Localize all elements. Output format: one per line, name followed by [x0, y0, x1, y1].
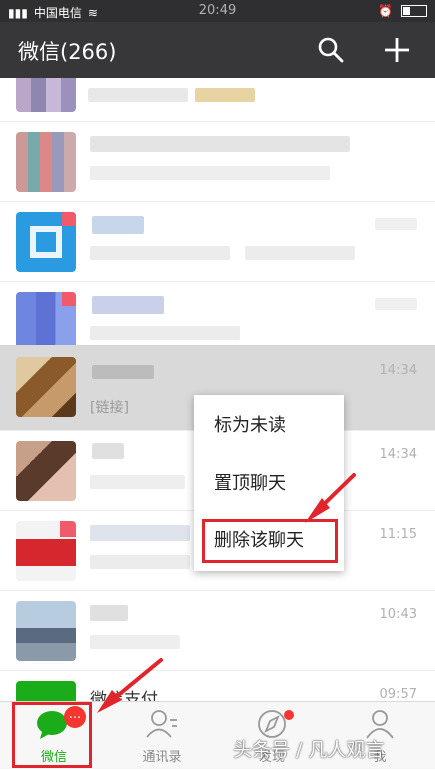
wechat-pay-icon [16, 681, 76, 701]
menu-item-delete-chat[interactable]: 删除该聊天 [202, 519, 338, 563]
status-bar: ▮▮▮ 中国电信 ≋ 20:49 ⏰ [0, 0, 435, 22]
chat-time: 14:34 [379, 447, 417, 462]
blurred-time [375, 218, 417, 230]
chat-row[interactable] [0, 202, 435, 282]
context-menu: 标为未读 置顶聊天 删除该聊天 [194, 395, 344, 571]
page-title: 微信(266) [18, 40, 117, 64]
add-icon[interactable] [381, 34, 413, 66]
avatar [16, 441, 76, 501]
annotation-box [12, 702, 92, 768]
blurred-text [90, 136, 350, 152]
blurred-text [90, 166, 330, 180]
blurred-text [90, 555, 190, 569]
search-icon[interactable] [315, 34, 347, 66]
avatar [16, 521, 76, 581]
blurred-text [90, 635, 180, 649]
avatar [16, 292, 76, 352]
blurred-text [92, 443, 124, 459]
blurred-text [90, 525, 190, 541]
status-time: 20:49 [198, 3, 237, 18]
blurred-text [245, 246, 355, 260]
blurred-text [92, 365, 154, 379]
blurred-text [90, 605, 128, 621]
watermark: 头条号 / 凡人观言 [233, 739, 385, 761]
contacts-icon [144, 708, 180, 740]
blurred-text [90, 246, 230, 260]
avatar [16, 357, 76, 417]
tab-contacts[interactable]: 通讯录 [108, 702, 216, 770]
menu-item-mark-unread[interactable]: 标为未读 [194, 401, 344, 451]
chat-row[interactable]: 10:43 [0, 591, 435, 671]
blurred-text [90, 326, 240, 340]
avatar [16, 132, 76, 192]
battery-icon [401, 5, 427, 17]
blurred-time [375, 298, 417, 310]
app-header: 微信(266) [0, 22, 435, 78]
chat-time: 10:43 [379, 607, 417, 622]
chat-name: 微信支付 [90, 690, 158, 701]
blurred-text [88, 88, 188, 102]
avatar [16, 601, 76, 661]
blurred-text [92, 296, 164, 314]
chat-time: 11:15 [379, 527, 417, 542]
blurred-text [90, 475, 185, 489]
avatar [16, 78, 76, 112]
chat-list[interactable]: [链接] 14:34 14:34 11:15 10:43 微信支付 09:57 [0, 78, 435, 701]
tab-label: 通讯录 [142, 750, 182, 765]
chat-time: 09:57 [379, 687, 417, 701]
blurred-text [195, 88, 255, 102]
alarm-icon: ⏰ [378, 4, 393, 18]
chat-row[interactable] [0, 122, 435, 202]
avatar [16, 212, 76, 272]
chat-row-wechat-pay[interactable]: 微信支付 09:57 [0, 671, 435, 701]
chat-preview: [链接] [90, 400, 129, 416]
blurred-text [92, 216, 144, 234]
menu-item-pin-chat[interactable]: 置顶聊天 [194, 459, 344, 509]
chat-time: 14:34 [379, 363, 417, 378]
chat-row[interactable] [0, 78, 435, 122]
discover-dot-badge [284, 710, 294, 720]
